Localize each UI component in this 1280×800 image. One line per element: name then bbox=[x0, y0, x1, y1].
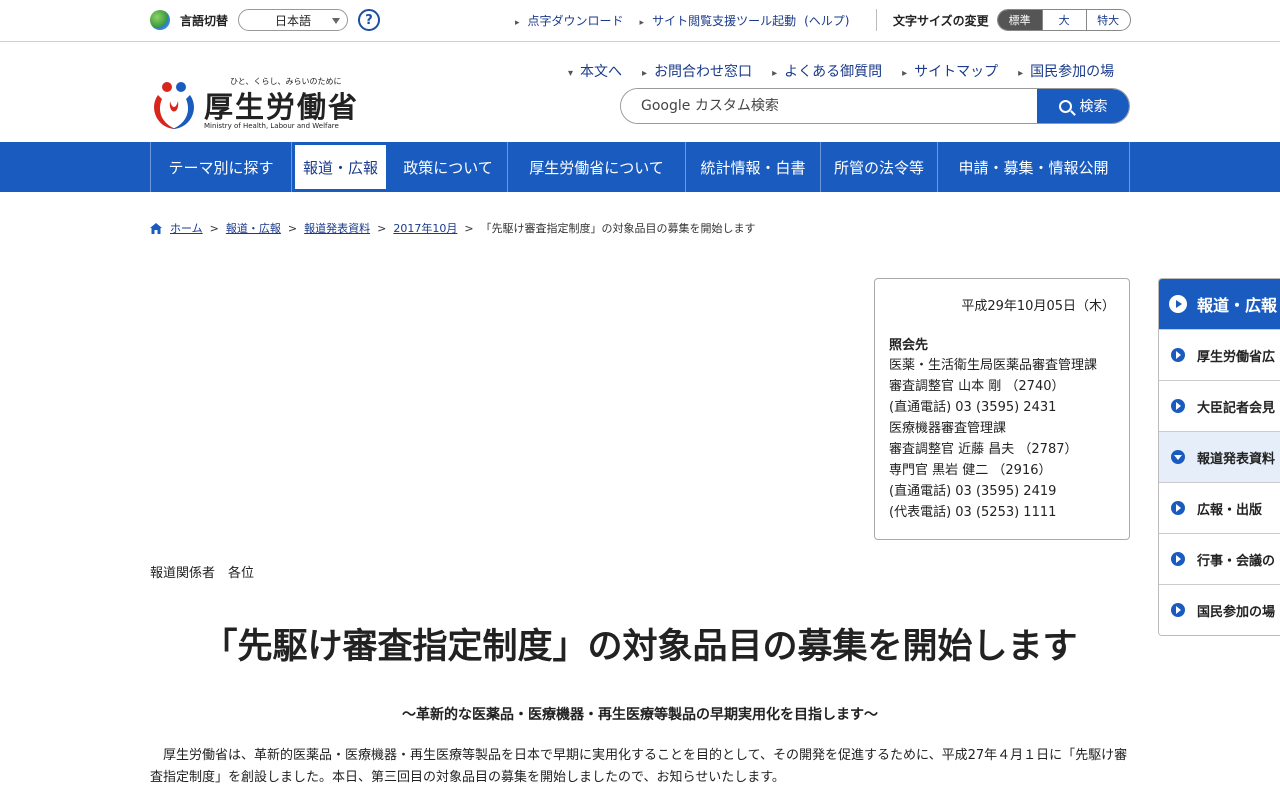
utility-bar: 言語切替 日本語 ? 点字ダウンロード サイト閲覧支援ツール起動 (ヘルプ) 文… bbox=[0, 0, 1280, 42]
arrow-right-circle-icon bbox=[1171, 552, 1185, 566]
font-size-buttons: 標準 大 特大 bbox=[996, 9, 1131, 31]
help-button[interactable]: ? bbox=[358, 9, 381, 31]
utility-links: 点字ダウンロード サイト閲覧支援ツール起動 (ヘルプ) bbox=[515, 12, 850, 29]
font-size-large-button[interactable]: 大 bbox=[1041, 10, 1086, 30]
search-icon bbox=[1058, 99, 1072, 113]
breadcrumb-month[interactable]: 2017年10月 bbox=[393, 220, 457, 236]
arrow-right-circle-icon bbox=[1169, 295, 1187, 313]
side-nav-item-label: 行事・会議の bbox=[1197, 553, 1276, 569]
globe-icon bbox=[150, 10, 170, 30]
contact-line: (代表電話) 03 (5253) 1111 bbox=[889, 505, 1057, 520]
contact-line: 審査調整官 近藤 昌夫 （2787） bbox=[889, 442, 1078, 457]
addressee: 報道関係者 各位 bbox=[150, 566, 255, 581]
header-links: 本文へ お問合わせ窓口 よくある御質問 サイトマップ 国民参加の場 bbox=[568, 61, 1114, 81]
mhlw-logo-icon bbox=[154, 82, 194, 129]
side-nav-item-label: 国民参加の場 bbox=[1197, 604, 1276, 620]
contact-link[interactable]: お問合わせ窓口 bbox=[642, 61, 752, 81]
accessibility-tool-link[interactable]: サイト閲覧支援ツール起動 bbox=[640, 12, 796, 29]
breadcrumb: ホーム > 報道・広報 > 報道発表資料 > 2017年10月 > 「先駆け審査… bbox=[150, 220, 756, 236]
gnav-press[interactable]: 報道・広報 bbox=[292, 142, 389, 192]
arrow-right-circle-icon bbox=[1171, 603, 1185, 617]
side-nav-item-publications[interactable]: 広報・出版 bbox=[1159, 482, 1280, 533]
search-button[interactable]: 検索 bbox=[1037, 89, 1129, 123]
public-participation-link[interactable]: 国民参加の場 bbox=[1018, 61, 1114, 81]
language-selected-value: 日本語 bbox=[275, 13, 312, 28]
contact-line: 専門官 黒岩 健二 （2916） bbox=[889, 463, 1052, 478]
accessibility-help-link[interactable]: (ヘルプ) bbox=[804, 12, 849, 29]
breadcrumb-home[interactable]: ホーム bbox=[170, 220, 203, 236]
font-size-label: 文字サイズの変更 bbox=[893, 13, 989, 28]
font-size-switcher: 文字サイズの変更 標準 大 特大 bbox=[876, 9, 1131, 31]
gnav-statistics[interactable]: 統計情報・白書 bbox=[686, 142, 821, 192]
search-input[interactable] bbox=[621, 89, 1037, 123]
side-nav-item-label: 大臣記者会見 bbox=[1197, 400, 1276, 416]
contact-box: 平成29年10月05日（木） 照会先 医薬・生活衛生局医薬品審査管理課 審査調整… bbox=[874, 278, 1130, 540]
side-nav: 報道・広報 厚生労働省広 大臣記者会見 報道発表資料 広報・出版 行事・会議の … bbox=[1158, 278, 1280, 636]
faq-link[interactable]: よくある御質問 bbox=[772, 61, 882, 81]
font-size-standard-button[interactable]: 標準 bbox=[997, 10, 1042, 30]
font-size-xlarge-button[interactable]: 特大 bbox=[1085, 10, 1130, 30]
search-bar: 検索 bbox=[620, 88, 1130, 124]
page-subtitle: ～革新的な医薬品・医療機器・再生医療等製品の早期実用化を目指します～ bbox=[402, 707, 878, 723]
side-nav-item-label: 厚生労働省広 bbox=[1197, 349, 1276, 365]
arrow-right-circle-icon bbox=[1171, 399, 1185, 413]
arrow-right-circle-icon bbox=[1171, 348, 1185, 362]
breadcrumb-current: 「先駆け審査指定制度」の対象品目の募集を開始します bbox=[480, 222, 756, 235]
page-title: 「先駆け審査指定制度」の対象品目の募集を開始します bbox=[202, 627, 1078, 667]
chevron-down-icon bbox=[332, 18, 341, 24]
breadcrumb-press-releases[interactable]: 報道発表資料 bbox=[304, 220, 370, 236]
article-body: 厚生労働省は、革新的医薬品・医療機器・再生医療等製品を日本で早期に実用化すること… bbox=[150, 748, 1128, 785]
language-switcher: 言語切替 日本語 ? bbox=[150, 9, 381, 31]
site-logo[interactable]: ひと、くらし、みらいのために 厚生労働省 Ministry of Health,… bbox=[150, 76, 360, 136]
side-nav-title-label: 報道・広報 bbox=[1197, 296, 1278, 315]
braille-download-link[interactable]: 点字ダウンロード bbox=[515, 12, 624, 29]
side-nav-item-label: 広報・出版 bbox=[1197, 502, 1263, 518]
gnav-policy[interactable]: 政策について bbox=[389, 142, 508, 192]
side-nav-item-pr[interactable]: 厚生労働省広 bbox=[1159, 329, 1280, 380]
side-nav-item-press-releases[interactable]: 報道発表資料 bbox=[1159, 431, 1280, 482]
logo-english-name: Ministry of Health, Labour and Welfare bbox=[204, 122, 339, 130]
gnav-about[interactable]: 厚生労働省について bbox=[508, 142, 686, 192]
contact-line: 医薬・生活衛生局医薬品審査管理課 bbox=[889, 358, 1098, 373]
side-nav-item-participation[interactable]: 国民参加の場 bbox=[1159, 584, 1280, 635]
gnav-theme[interactable]: テーマ別に探す bbox=[151, 142, 292, 192]
side-nav-item-events[interactable]: 行事・会議の bbox=[1159, 533, 1280, 584]
arrow-right-circle-icon bbox=[1171, 501, 1185, 515]
arrow-down-circle-icon bbox=[1171, 450, 1185, 464]
global-nav: テーマ別に探す 報道・広報 政策について 厚生労働省について 統計情報・白書 所… bbox=[0, 142, 1280, 192]
contact-line: (直通電話) 03 (3595) 2419 bbox=[889, 484, 1057, 499]
home-icon bbox=[150, 222, 162, 234]
side-nav-item-press-conference[interactable]: 大臣記者会見 bbox=[1159, 380, 1280, 431]
skip-to-content-link[interactable]: 本文へ bbox=[568, 61, 622, 81]
side-nav-item-label: 報道発表資料 bbox=[1197, 451, 1276, 467]
language-label: 言語切替 bbox=[180, 13, 229, 28]
sitemap-link[interactable]: サイトマップ bbox=[902, 61, 998, 81]
gnav-laws[interactable]: 所管の法令等 bbox=[821, 142, 938, 192]
breadcrumb-press[interactable]: 報道・広報 bbox=[226, 220, 281, 236]
contact-heading: 照会先 bbox=[889, 338, 929, 353]
release-date: 平成29年10月05日（木） bbox=[961, 299, 1115, 314]
contact-line: (直通電話) 03 (3595) 2431 bbox=[889, 400, 1057, 415]
contact-line: 医療機器審査管理課 bbox=[889, 421, 1007, 436]
gnav-applications[interactable]: 申請・募集・情報公開 bbox=[938, 142, 1130, 192]
logo-name: 厚生労働省 bbox=[204, 90, 360, 124]
side-nav-title[interactable]: 報道・広報 bbox=[1159, 279, 1280, 329]
contact-line: 審査調整官 山本 剛 （2740） bbox=[889, 379, 1065, 394]
search-button-label: 検索 bbox=[1079, 99, 1108, 115]
global-nav-items: テーマ別に探す 報道・広報 政策について 厚生労働省について 統計情報・白書 所… bbox=[150, 142, 1130, 192]
language-select[interactable]: 日本語 bbox=[238, 9, 349, 31]
